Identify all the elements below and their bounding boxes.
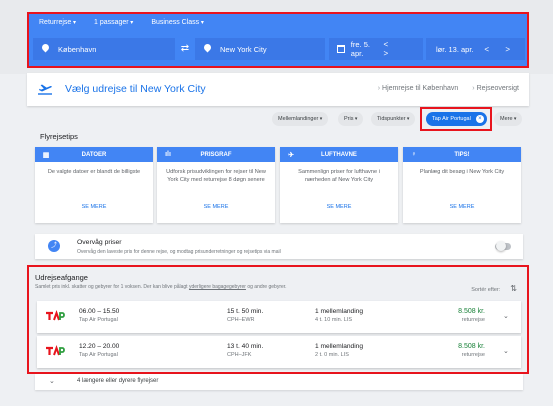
location-pin-icon [203, 44, 212, 55]
airline-name: Tap Air Portugal [79, 317, 118, 323]
depart-date-nav[interactable]: < > [383, 40, 415, 58]
chevron-left-icon[interactable]: < [383, 40, 395, 49]
filter-airline-label: Tap Air Portugal [432, 116, 471, 122]
tip-body: De valgte datoer er blandt de billigste [47, 169, 141, 175]
price-note: returrejse [461, 352, 485, 358]
flight-duration: 15 t. 50 min. [227, 308, 264, 315]
tip-card-price-graph: ılı PRISGRAF Udforsk prisudviklingen for … [157, 147, 275, 223]
page-title: Vælg udrejse til New York City [65, 83, 206, 95]
see-more-link[interactable]: SE MERE [157, 204, 275, 210]
return-date-field[interactable]: lør. 13. apr. < > [426, 38, 525, 60]
chevron-right-icon[interactable]: > [505, 45, 517, 54]
search-panel: Returrejse 1 passager Business Class Køb… [27, 12, 529, 68]
more-flights-label: 4 længere eller dyrere flyrejser [77, 378, 159, 384]
depart-date-field[interactable]: fre. 5. apr. < > [329, 38, 423, 60]
flight-stops: 1 mellemlanding [315, 343, 364, 350]
search-options: Returrejse 1 passager Business Class [39, 19, 204, 26]
filter-price[interactable]: Pris [338, 112, 364, 126]
trip-type-select[interactable]: Returrejse [39, 19, 76, 26]
flight-stops: 1 mellemlanding [315, 308, 364, 315]
tip-title: TIPS! [454, 151, 470, 158]
price-watch-subtitle: Overvåg den laveste pris for denne rejse… [77, 249, 281, 255]
return-date-nav[interactable]: < > [484, 45, 517, 54]
departures-subtitle: Samlet pris inkl. skatter og gebyrer for… [35, 284, 287, 290]
breadcrumb: Hjemrejse til København Rejseoversigt [378, 85, 519, 92]
chevron-down-icon[interactable]: ⌄ [503, 347, 511, 355]
filter-times[interactable]: Tidspunkter [371, 112, 416, 126]
top-bar: Returrejse 1 passager Business Class Køb… [0, 0, 553, 74]
chevron-right-icon[interactable]: > [383, 49, 395, 58]
location-pin-icon [41, 44, 50, 55]
clear-filter-icon[interactable]: × [475, 115, 484, 123]
takeoff-plane-icon [38, 84, 52, 95]
departures-section: Udrejseafgange Samlet pris inkl. skatter… [27, 265, 529, 374]
destination-value: New York City [220, 44, 267, 54]
filter-more[interactable]: Mere [494, 112, 523, 126]
origin-field[interactable]: København [33, 38, 175, 60]
price-watch-title: Overvåg priser [77, 239, 122, 246]
filter-stops[interactable]: Mellemlandinger [272, 112, 329, 126]
more-flights-row[interactable]: ⌄ 4 længere eller dyrere flyrejser [35, 374, 523, 390]
passengers-select[interactable]: 1 passager [94, 19, 133, 26]
tip-card-tips: ♀ TIPS! Planlæg dit besøg i New York City… [403, 147, 521, 223]
see-more-link[interactable]: SE MERE [403, 204, 521, 210]
subtitle-text: Samlet pris inkl. skatter og gebyrer for… [35, 284, 189, 290]
header-card: Vælg udrejse til New York City Hjemrejse… [27, 73, 529, 106]
tip-title: DATOER [81, 151, 107, 158]
flight-times: 12.20 – 20.00 [79, 343, 120, 350]
destination-field[interactable]: New York City [195, 38, 325, 60]
flight-search-page: Returrejse 1 passager Business Class Køb… [0, 0, 553, 406]
tap-air-portugal-logo [46, 310, 65, 321]
tip-card-airports: ✈ LUFTHAVNE Sammenlign priser for lufthav… [280, 147, 398, 223]
airline-name: Tap Air Portugal [79, 352, 118, 358]
depart-date-value: fre. 5. apr. [350, 40, 370, 58]
price-note: returrejse [461, 317, 485, 323]
tip-body: Sammenlign priser for lufthavne i nærhed… [298, 169, 380, 183]
flight-route: CPH–JFK [227, 352, 252, 358]
swap-icon[interactable]: ⇄ [177, 40, 193, 58]
flight-price: 8.508 kr. [458, 308, 485, 315]
flight-layover: 4 t. 10 min. LIS [315, 317, 352, 323]
price-watch-card: ⤴ Overvåg priser Overvåg den laveste pri… [35, 234, 523, 259]
return-date-value: lør. 13. apr. [436, 44, 474, 54]
flight-price: 8.508 kr. [458, 343, 485, 350]
bar-chart-icon: ılı [165, 151, 171, 158]
tip-title: LUFTHAVNE [321, 151, 357, 158]
see-more-link[interactable]: SE MERE [280, 204, 398, 210]
calendar-icon [337, 45, 345, 53]
chevron-down-icon[interactable]: ⌄ [503, 312, 511, 320]
flight-layover: 2 t. 0 min. LIS [315, 352, 349, 358]
chevron-down-icon: ⌄ [49, 378, 55, 385]
calendar-icon: ▦ [42, 151, 50, 159]
departures-title: Udrejseafgange [35, 273, 88, 282]
tip-body: Planlæg dit besøg i New York City [419, 169, 505, 175]
sort-label: Sortér efter: [471, 287, 501, 293]
tips-title: Flyrejsetips [40, 132, 78, 141]
cabin-class-select[interactable]: Business Class [151, 19, 204, 26]
tap-air-portugal-logo [46, 345, 65, 356]
sort-icon[interactable]: ⇅ [510, 284, 517, 293]
trend-icon: ⤴ [48, 240, 60, 252]
sort-control[interactable]: Sortér efter: ⇅ [471, 284, 517, 293]
tip-body: Udforsk prisudviklingen for rejser til N… [166, 169, 266, 183]
flight-row[interactable]: 06.00 – 15.50 Tap Air Portugal 15 t. 50 m… [37, 301, 521, 333]
flight-duration: 13 t. 40 min. [227, 343, 264, 350]
subtitle-text-end: og andre gebyrer. [245, 284, 287, 290]
flight-row[interactable]: 12.20 – 20.00 Tap Air Portugal 13 t. 40 m… [37, 336, 521, 368]
lightbulb-icon: ♀ [411, 151, 417, 158]
see-more-link[interactable]: SE MERE [35, 204, 153, 210]
flight-route: CPH–EWR [227, 317, 255, 323]
breadcrumb-return[interactable]: Hjemrejse til København [378, 85, 458, 92]
flight-times: 06.00 – 15.50 [79, 308, 120, 315]
breadcrumb-summary[interactable]: Rejseoversigt [472, 85, 519, 92]
filter-airline-active[interactable]: Tap Air Portugal × [426, 112, 487, 126]
airplane-icon: ✈ [288, 151, 294, 159]
tip-card-dates: ▦ DATOER De valgte datoer er blandt de bi… [35, 147, 153, 223]
price-watch-toggle[interactable] [495, 241, 511, 251]
baggage-fees-link[interactable]: yderligere bagagegebyrer [189, 284, 246, 290]
chevron-left-icon[interactable]: < [484, 45, 496, 54]
origin-value: København [58, 44, 97, 54]
tip-title: PRISGRAF [200, 151, 232, 158]
